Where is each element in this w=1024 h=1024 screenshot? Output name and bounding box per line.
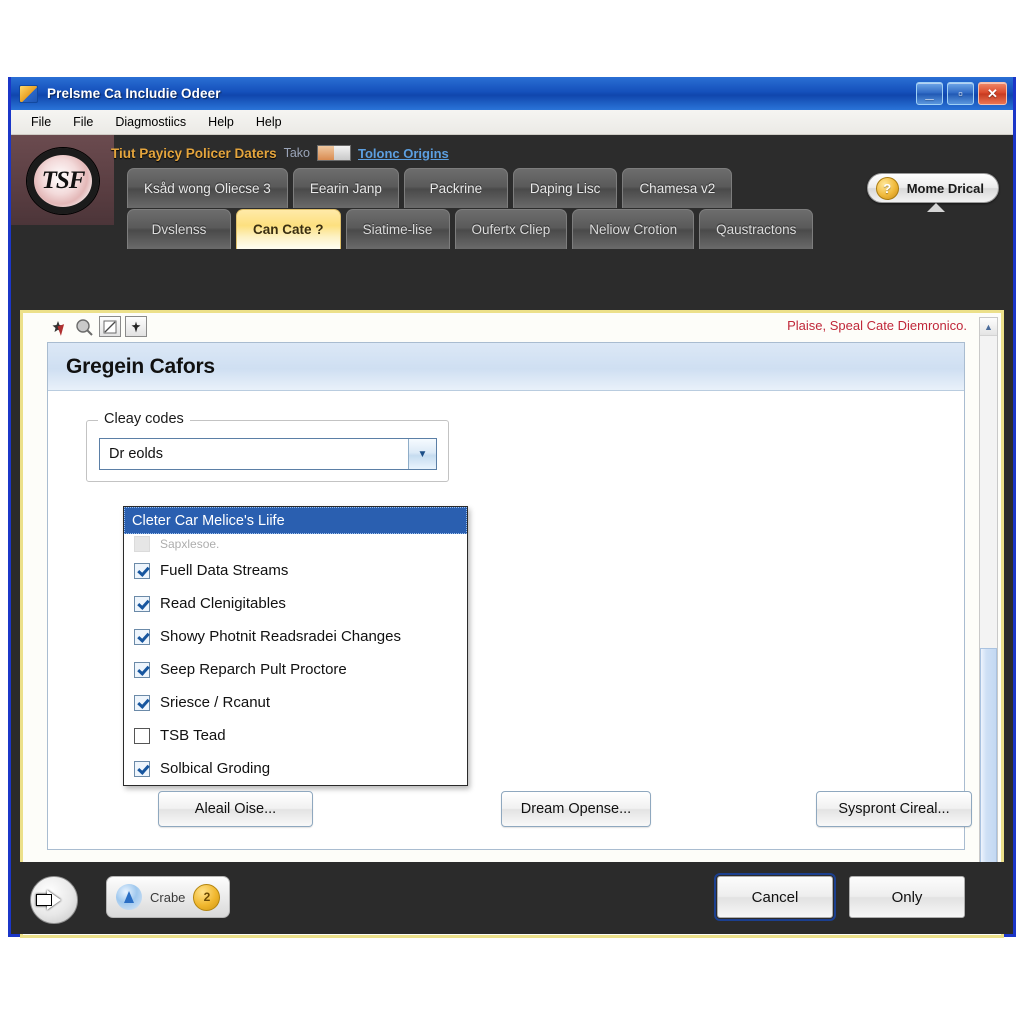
groupbox-legend: Cleay codes [98, 411, 190, 427]
tab-row1-2[interactable]: Packrine [403, 168, 508, 208]
banner-title: Tiut Payicy Policer Daters [111, 145, 277, 161]
checkbox-checked[interactable] [134, 628, 150, 645]
page-button-row: Aleail Oise... Dream Opense... Syspront … [48, 791, 972, 827]
maximize-button[interactable]: ▫ [947, 82, 974, 105]
tab-row2-3[interactable]: Oufertх Cliep [454, 209, 568, 249]
connection-icon [116, 884, 142, 910]
list-item-label: Fuell Data Streams [160, 562, 289, 579]
aleail-oise-button[interactable]: Aleail Oise... [158, 791, 313, 827]
minimize-icon: _ [925, 85, 934, 102]
banner-subtitle: Tako [283, 146, 310, 160]
page-title: Gregein Cafors [66, 354, 215, 378]
flags-icon [317, 145, 351, 161]
page-surface: Gregein Cafors Cleay codes Dr eolds ▼ Cl… [47, 342, 972, 850]
tab-row1-1[interactable]: Eearin Janp [292, 168, 399, 208]
tab-row2-5[interactable]: Qaustractons [699, 209, 814, 249]
logo-plate: TSF [11, 135, 114, 225]
maximize-icon: ▫ [958, 86, 963, 101]
dropdown-selected-item[interactable]: Cleter Car Melice's Liife [124, 507, 467, 534]
list-item-label: Solbical Groding [160, 760, 271, 777]
tab-row2-1-active[interactable]: Can Cate ? [236, 209, 341, 249]
tab-row1-0[interactable]: Ksåd wong Oliecse 3 [127, 168, 288, 208]
list-item[interactable]: Fuell Data Streams [124, 554, 467, 587]
list-item-label: Sapxlesoe. [160, 537, 220, 551]
list-item-label: Sriesce / Rcanut [160, 694, 271, 711]
menu-item-2[interactable]: Diagmostiics [104, 112, 197, 132]
back-arrow-icon [37, 890, 61, 910]
cancel-button[interactable]: Cancel [714, 873, 836, 921]
application-window: Prelsme Ca Includie Odeer _ ▫ ✕ File Fil… [8, 77, 1016, 938]
list-item[interactable]: TSB Tead [124, 719, 467, 752]
clear-codes-groupbox: Cleay codes Dr eolds ▼ [86, 411, 449, 482]
checkbox-unchecked[interactable] [134, 727, 150, 744]
codes-combobox[interactable]: Dr eolds ▼ [99, 438, 437, 470]
app-icon [19, 84, 38, 103]
tab-row-secondary: Dvslenss Can Cate ? Siatime-lise Oufertх… [127, 209, 814, 249]
help-caret-icon [927, 203, 945, 212]
header-banner: Tiut Payicy Policer Daters Tako Tolonc O… [111, 143, 449, 163]
list-item-label: Read Clenigitables [160, 595, 286, 612]
list-item[interactable]: Sapxlesoe. [124, 534, 467, 554]
tsf-logo: TSF [27, 148, 99, 214]
list-item-label: Seep Reparch Pult Proctore [160, 661, 347, 678]
checkbox-checked[interactable] [134, 595, 150, 612]
tab-row1-4[interactable]: Chamesa v2 [622, 168, 733, 208]
codes-dropdown-list[interactable]: Cleter Car Melice's Liife Sapxlesoe. Fue… [123, 506, 468, 786]
menu-item-3[interactable]: Help [197, 112, 245, 132]
content-panel: Plaise, Speal Cate Diemronico. Gregein C… [20, 310, 1004, 938]
checkbox-checked[interactable] [134, 562, 150, 579]
list-item[interactable]: Sriesce / Rcanut [124, 686, 467, 719]
list-item-label: Showy Photnit Readsradei Changes [160, 628, 401, 645]
back-button[interactable] [30, 876, 78, 924]
content-inner: Plaise, Speal Cate Diemronico. Gregein C… [23, 313, 1001, 935]
vertical-scrollbar[interactable]: ▲ ▼ [979, 317, 998, 931]
list-item[interactable]: Showy Photnit Readsradei Changes [124, 620, 467, 653]
checkbox-gray[interactable] [134, 536, 150, 552]
question-mark-icon: ? [875, 176, 899, 200]
edit-square-icon[interactable] [99, 316, 121, 337]
checkbox-checked[interactable] [134, 760, 150, 777]
list-item-label: TSB Tead [160, 727, 226, 744]
list-item[interactable]: Seep Reparch Pult Proctore [124, 653, 467, 686]
tab-row2-2[interactable]: Siatime-lise [345, 209, 450, 249]
close-icon: ✕ [987, 86, 998, 101]
minimize-button[interactable]: _ [916, 82, 943, 105]
status-badge: 2 [193, 883, 221, 911]
list-item[interactable]: Solbical Groding [124, 752, 467, 785]
menu-item-4[interactable]: Help [245, 112, 293, 132]
combobox-value: Dr eolds [109, 446, 163, 462]
list-item[interactable]: Read Clenigitables [124, 587, 467, 620]
logo-text: TSF [41, 167, 86, 194]
header-band: TSF Tiut Payicy Policer Daters Tako Tolo… [11, 135, 1013, 310]
menu-item-0[interactable]: File [20, 112, 62, 132]
banner-link[interactable]: Tolonc Origins [358, 146, 449, 161]
help-button[interactable]: ? Mome Drical [866, 173, 999, 203]
tab-row2-4[interactable]: Neliow Crotion [572, 209, 695, 249]
dream-opense-button[interactable]: Dream Opense... [501, 791, 651, 827]
tab-row2-0[interactable]: Dvslenss [127, 209, 231, 249]
help-button-label: Mome Drical [906, 180, 984, 196]
bottom-bar: Crabe 2 Cancel Only [11, 862, 1013, 934]
checkbox-checked[interactable] [134, 694, 150, 711]
menu-item-1[interactable]: File [62, 112, 104, 132]
title-bar: Prelsme Ca Includie Odeer _ ▫ ✕ [11, 77, 1013, 110]
status-pill-label: Crabe [150, 889, 186, 905]
confirm-button[interactable]: Only [849, 876, 965, 918]
tab-row1-3[interactable]: Daping Lisc [512, 168, 618, 208]
syspront-cireal-button[interactable]: Syspront Cireal... [816, 791, 972, 827]
menu-bar: File File Diagmostiics Help Help [11, 110, 1013, 135]
scroll-up-button[interactable]: ▲ [980, 318, 997, 336]
page-header: Gregein Cafors [48, 343, 964, 391]
status-pill[interactable]: Crabe 2 [106, 876, 231, 918]
window-controls: _ ▫ ✕ [916, 82, 1009, 105]
add-icon[interactable] [125, 316, 147, 337]
magnifier-icon[interactable] [73, 316, 95, 337]
tab-row-primary: Ksåd wong Oliecse 3 Eearin Janp Packrine… [127, 168, 733, 208]
scrollbar-thumb[interactable] [980, 648, 997, 898]
close-button[interactable]: ✕ [978, 82, 1007, 105]
chevron-down-icon[interactable]: ▼ [408, 439, 436, 469]
checkbox-checked[interactable] [134, 661, 150, 678]
window-title: Prelsme Ca Includie Odeer [47, 86, 221, 101]
notice-text: Plaise, Speal Cate Diemronico. [787, 318, 967, 333]
